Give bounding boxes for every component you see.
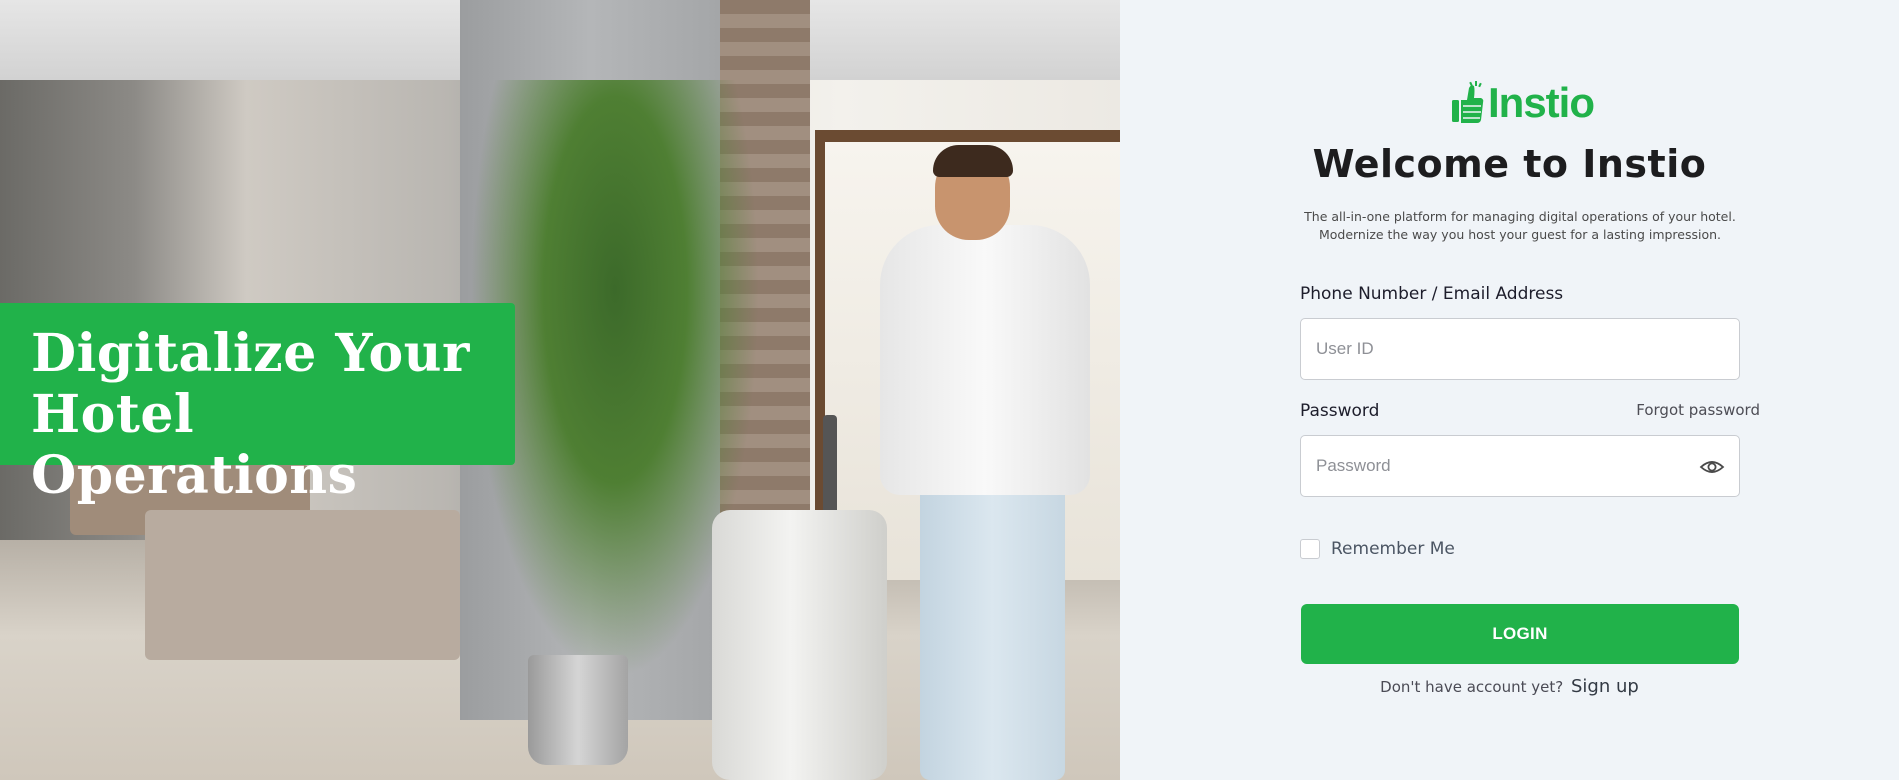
hero-suitcase-handle (823, 415, 837, 520)
hero-pot (528, 655, 628, 765)
signup-prompt: Don't have account yet? (1380, 678, 1564, 696)
hero-sofa (145, 510, 460, 660)
hero-person-hair (933, 145, 1013, 177)
login-panel: Instio Welcome to Instio The all-in-one … (1120, 0, 1899, 780)
forgot-password-link[interactable]: Forgot password (1614, 401, 1760, 419)
eye-icon[interactable] (1699, 455, 1725, 479)
hero-banner-line-2: Hotel Operations (31, 384, 358, 506)
hero-image: Digitalize Your Hotel Operations (0, 0, 1120, 780)
user-id-input[interactable] (1301, 319, 1739, 379)
remember-me: Remember Me (1300, 539, 1455, 559)
password-input[interactable] (1301, 436, 1739, 496)
user-id-field-wrapper (1300, 318, 1740, 380)
password-label: Password (1300, 401, 1380, 421)
password-field-wrapper (1300, 435, 1740, 497)
hero-suitcase (712, 510, 887, 780)
remember-me-label: Remember Me (1331, 539, 1455, 559)
remember-me-checkbox[interactable] (1300, 539, 1320, 559)
thumbs-up-icon (1450, 80, 1486, 126)
page-subtitle: The all-in-one platform for managing dig… (1300, 208, 1740, 244)
hero-person-legs (920, 480, 1065, 780)
subtitle-line-1: The all-in-one platform for managing dig… (1304, 209, 1736, 224)
signup-row: Don't have account yet? Sign up (1120, 676, 1899, 697)
page-title: Welcome to Instio (1312, 142, 1707, 186)
brand-logo-text: Instio (1488, 79, 1595, 126)
subtitle-line-2: Modernize the way you host your guest fo… (1318, 227, 1722, 242)
brand-logo: Instio (1450, 78, 1595, 128)
hero-person-body (880, 225, 1090, 495)
hero-banner: Digitalize Your Hotel Operations (0, 303, 515, 506)
login-button[interactable]: LOGIN (1301, 604, 1739, 664)
user-id-label: Phone Number / Email Address (1300, 284, 1564, 304)
signup-link[interactable]: Sign up (1571, 676, 1639, 697)
hero-banner-line-1: Digitalize Your (31, 323, 470, 384)
